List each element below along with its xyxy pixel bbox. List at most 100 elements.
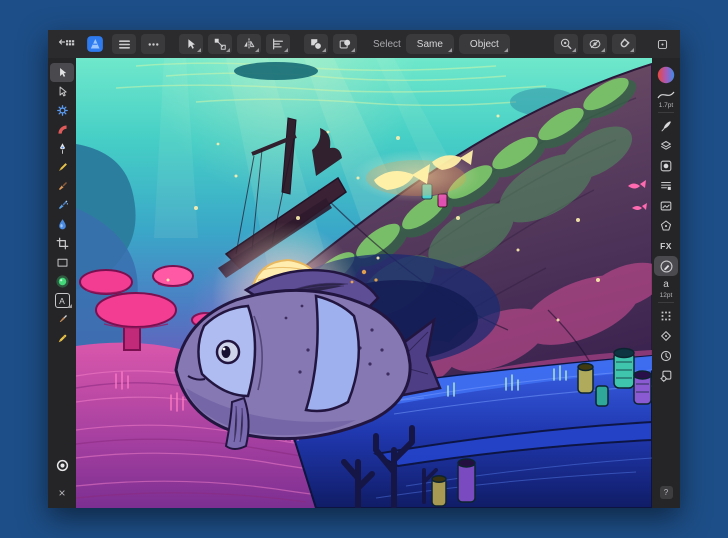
back-gallery-icon xyxy=(58,37,75,52)
tool-rectangle-button[interactable] xyxy=(50,253,74,272)
move-tool-icon xyxy=(184,37,198,51)
crayon-tool-icon xyxy=(56,332,69,345)
color-picker-icon xyxy=(56,313,69,326)
snapping-button[interactable] xyxy=(612,34,636,54)
tool-paint-brush-button[interactable] xyxy=(50,177,74,196)
tool-crayon-button[interactable] xyxy=(50,329,74,348)
text-tool-icon: A xyxy=(55,293,70,308)
select-same-button[interactable]: Same xyxy=(406,34,454,54)
canvas-artboard[interactable] xyxy=(76,58,652,508)
stroke-panel-button[interactable] xyxy=(654,88,678,102)
layers-icon xyxy=(659,139,673,153)
underwater-illustration xyxy=(76,58,652,508)
paint-brush-tool-icon xyxy=(56,180,69,193)
move-tool-button[interactable] xyxy=(179,34,203,54)
export-panel-button[interactable] xyxy=(654,366,678,386)
tool-node-button[interactable] xyxy=(50,82,74,101)
tool-corner-button[interactable] xyxy=(50,101,74,120)
color-panel-button[interactable] xyxy=(654,62,678,88)
tool-color-picker-button[interactable] xyxy=(50,310,74,329)
pen-tool-icon xyxy=(56,142,69,155)
transform-panel-button[interactable] xyxy=(654,306,678,326)
node-tool-button[interactable] xyxy=(208,34,232,54)
brushes-panel-button[interactable] xyxy=(654,116,678,136)
glyph-icon: a xyxy=(663,279,669,290)
pencil-tool-icon xyxy=(56,161,69,174)
select-object-button[interactable]: Object xyxy=(459,34,510,54)
history-panel-button[interactable] xyxy=(654,346,678,366)
view-mode-icon xyxy=(588,37,602,51)
draw-pencil-icon xyxy=(659,259,674,274)
quill-brush-icon xyxy=(659,119,673,133)
menu-button[interactable] xyxy=(112,34,136,54)
boolean-add-button[interactable] xyxy=(304,34,328,54)
sticker-icon xyxy=(659,219,673,233)
rail-divider xyxy=(658,112,674,113)
tool-pencil-button[interactable] xyxy=(50,158,74,177)
move-tool-icon xyxy=(56,66,69,79)
crop-tool-icon xyxy=(56,237,69,250)
export-gear-icon xyxy=(659,369,673,383)
adjustments-icon xyxy=(659,159,673,173)
color-sync-icon xyxy=(55,458,70,473)
adjustments-panel-button[interactable] xyxy=(654,156,678,176)
tool-fill-button[interactable] xyxy=(50,215,74,234)
tool-pen-button[interactable] xyxy=(50,139,74,158)
close-icon: × xyxy=(58,487,65,499)
stroke-width-value: 1.7pt xyxy=(659,102,673,109)
app-window: Select Same Object xyxy=(48,30,680,508)
snapping-icon xyxy=(617,37,631,51)
tool-text-button[interactable]: A xyxy=(50,291,74,310)
left-tool-rail: A × xyxy=(48,58,76,508)
flip-horizontal-icon xyxy=(242,37,256,51)
app-logo-icon xyxy=(86,35,104,53)
back-gallery-button[interactable] xyxy=(54,34,78,54)
document-menu-button[interactable] xyxy=(650,34,674,54)
glyph-size-value: 12pt xyxy=(660,292,673,299)
flip-horizontal-button[interactable] xyxy=(237,34,261,54)
tool-ellipse-button[interactable] xyxy=(50,272,74,291)
tool-vector-brush-button[interactable] xyxy=(50,196,74,215)
help-icon: ? xyxy=(660,486,673,499)
navigator-panel-button[interactable] xyxy=(654,326,678,346)
zoom-tool-button[interactable] xyxy=(554,34,578,54)
vector-brush-tool-icon xyxy=(56,199,69,212)
text-panel-button[interactable] xyxy=(654,176,678,196)
object-label: Object xyxy=(470,39,499,50)
fill-tool-icon xyxy=(56,218,69,231)
history-clock-icon xyxy=(659,349,673,363)
text-list-icon xyxy=(659,179,673,193)
rectangle-tool-icon xyxy=(56,256,69,269)
stickers-panel-button[interactable] xyxy=(654,216,678,236)
close-tools-button[interactable]: × xyxy=(50,483,74,502)
tool-move-button[interactable] xyxy=(50,63,74,82)
tool-contour-button[interactable] xyxy=(50,120,74,139)
alignment-button[interactable] xyxy=(266,34,290,54)
navigator-diamond-icon xyxy=(659,329,673,343)
style-picker-icon xyxy=(338,37,352,51)
boolean-add-icon xyxy=(309,37,323,51)
stroke-preview-icon xyxy=(657,90,675,100)
node-tool-icon xyxy=(56,85,69,98)
select-label: Select xyxy=(373,39,401,50)
tool-crop-button[interactable] xyxy=(50,234,74,253)
effects-panel-button[interactable]: FX xyxy=(654,236,678,256)
corner-tool-icon xyxy=(56,104,69,117)
color-wheel-icon xyxy=(656,65,676,85)
contour-tool-icon xyxy=(56,123,69,136)
frames-panel-button[interactable] xyxy=(654,196,678,216)
typography-panel-button[interactable]: a xyxy=(654,276,678,292)
draw-panel-button[interactable] xyxy=(654,256,678,276)
app-logo-button[interactable] xyxy=(83,34,107,54)
layers-panel-button[interactable] xyxy=(654,136,678,156)
same-label: Same xyxy=(417,39,443,50)
view-mode-button[interactable] xyxy=(583,34,607,54)
more-button[interactable] xyxy=(141,34,165,54)
help-button[interactable]: ? xyxy=(654,482,678,502)
menu-icon xyxy=(117,37,132,52)
document-menu-icon xyxy=(656,38,669,51)
style-picker-button[interactable] xyxy=(333,34,357,54)
color-sync-button[interactable] xyxy=(50,456,74,475)
transform-grid-icon xyxy=(659,309,673,323)
top-toolbar: Select Same Object xyxy=(48,30,680,58)
